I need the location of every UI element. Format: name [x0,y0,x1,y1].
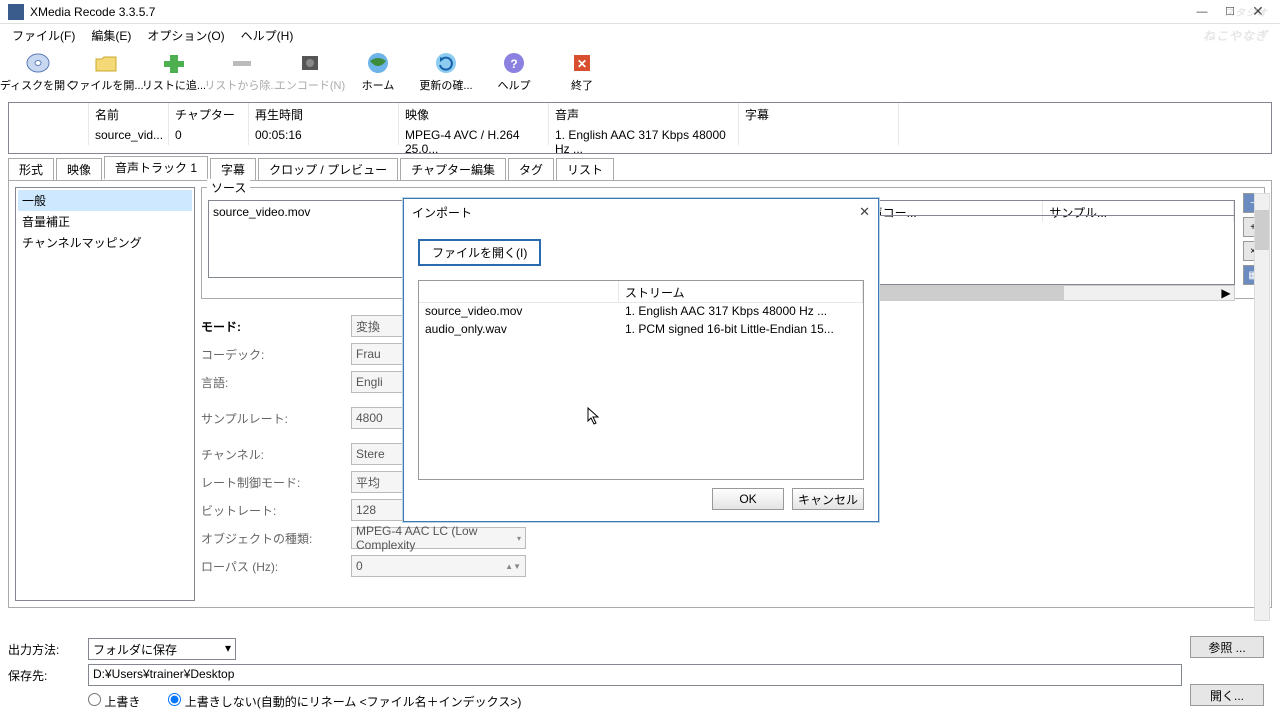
toolbar-icon [228,51,256,75]
toolbar-button[interactable]: リストに追... [140,48,208,96]
menu-item[interactable]: オプション(O) [139,25,232,46]
tab[interactable]: クロップ / プレビュー [258,158,398,180]
watermark: スタジオ ねこやなぎ [1203,4,1268,47]
menu-item[interactable]: ファイル(F) [4,25,83,46]
toolbar-icon: ? [500,51,528,75]
menu-item[interactable]: ヘルプ(H) [233,25,302,46]
side-item[interactable]: チャンネルマッピング [18,232,192,253]
field-label: レート制御モード: [201,474,351,491]
tab[interactable]: リスト [556,158,614,180]
source-group-label: ソース [207,179,250,196]
menu-item[interactable]: 編集(E) [83,25,139,46]
field-select[interactable]: 0▲▼ [351,555,526,577]
cell[interactable]: 00:05:16 [249,125,399,145]
toolbar-icon [296,51,324,75]
toolbar-button[interactable]: ✕終了 [548,48,616,96]
output-dest-label: 保存先: [8,667,82,684]
output-method-select[interactable]: フォルダに保存▾ [88,638,236,660]
field-select[interactable]: MPEG-4 AAC LC (Low Complexity▾ [351,527,526,549]
field-label: サンプルレート: [201,410,351,427]
tab-bar: 形式映像音声トラック 1字幕クロップ / プレビューチャプター編集タグリスト [8,160,1272,180]
column-header[interactable]: チャプター [169,103,249,125]
import-row[interactable]: source_video.mov1. English AAC 317 Kbps … [419,303,863,321]
toolbar-icon [160,51,188,75]
menu-bar: ファイル(F)編集(E)オプション(O)ヘルプ(H) [0,24,1280,46]
output-dest-input[interactable]: D:¥Users¥trainer¥Desktop [88,664,1182,686]
field-label: オブジェクトの種類: [201,530,351,547]
title-bar: XMedia Recode 3.3.5.7 — ☐ ✕ [0,0,1280,24]
svg-text:?: ? [510,57,517,71]
tab[interactable]: チャプター編集 [400,158,506,180]
field-label: ローパス (Hz): [201,558,351,575]
stream-column-header: ストリーム [619,281,863,303]
import-file-list[interactable]: ストリーム source_video.mov1. English AAC 317… [418,280,864,480]
overwrite-radio[interactable]: 上書き [88,693,140,710]
toolbar-button[interactable]: ディスクを開く [4,48,72,96]
window-title: XMedia Recode 3.3.5.7 [30,5,1188,19]
column-header[interactable]: 名前 [89,103,169,125]
side-item[interactable]: 音量補正 [18,211,192,232]
toolbar-icon [432,51,460,75]
toolbar-button[interactable]: 更新の確... [412,48,480,96]
tab[interactable]: 字幕 [210,158,256,180]
file-list: 名前チャプター再生時間映像音声字幕 source_vid...000:05:16… [8,102,1272,154]
cancel-button[interactable]: キャンセル [792,488,864,510]
side-item[interactable]: 一般 [18,190,192,211]
toolbar-button: リストから除... [208,48,276,96]
no-overwrite-radio[interactable]: 上書きしない(自動的にリネーム <ファイル名＋インデックス>) [168,693,521,710]
dialog-title: インポート [412,204,472,221]
toolbar: ディスクを開くファイルを開...リストに追...リストから除...エンコード(N… [0,46,1280,98]
output-panel: 出力方法: フォルダに保存▾ 保存先: D:¥Users¥trainer¥Des… [8,636,1272,720]
cell[interactable]: 0 [169,125,249,145]
cell[interactable] [9,125,89,145]
scrollbar-vertical[interactable] [1254,193,1270,621]
column-header[interactable] [9,103,89,125]
column-header[interactable]: 映像 [399,103,549,125]
tab[interactable]: 形式 [8,158,54,180]
output-method-label: 出力方法: [8,641,82,658]
tab[interactable]: 映像 [56,158,102,180]
column-header[interactable]: 音声 [549,103,739,125]
field-label: 言語: [201,374,351,391]
browse-button[interactable]: 参照 ... [1190,636,1264,658]
import-dialog: インポート ✕ ファイルを開く(I) ストリーム source_video.mo… [403,198,879,522]
cell[interactable] [739,125,899,145]
app-icon [8,4,24,20]
toolbar-button[interactable]: ?ヘルプ [480,48,548,96]
column-header[interactable]: 字幕 [739,103,899,125]
toolbar-button[interactable]: ファイルを開... [72,48,140,96]
import-row[interactable]: audio_only.wav1. PCM signed 16-bit Littl… [419,321,863,339]
field-label: ビットレート: [201,502,351,519]
toolbar-icon: ✕ [568,51,596,75]
toolbar-icon [364,51,392,75]
cell[interactable]: 1. English AAC 317 Kbps 48000 Hz ... [549,125,739,145]
toolbar-icon [24,51,52,75]
ok-button[interactable]: OK [712,488,784,510]
cell[interactable]: source_vid... [89,125,169,145]
toolbar-button: エンコード(N) [276,48,344,96]
field-label: コーデック: [201,346,351,363]
open-button[interactable]: 開く... [1190,684,1264,706]
field-label: モード: [201,318,351,335]
side-list[interactable]: 一般音量補正チャンネルマッピング [15,187,195,601]
tab[interactable]: 音声トラック 1 [104,156,208,180]
tab[interactable]: タグ [508,158,554,180]
cell[interactable]: MPEG-4 AVC / H.264 25.0... [399,125,549,145]
dialog-close-button[interactable]: ✕ [859,204,870,220]
toolbar-icon [92,51,120,75]
svg-text:✕: ✕ [577,57,587,71]
field-label: チャンネル: [201,446,351,463]
toolbar-button[interactable]: ホーム [344,48,412,96]
open-file-button[interactable]: ファイルを開く(I) [418,239,541,266]
column-header[interactable]: 再生時間 [249,103,399,125]
